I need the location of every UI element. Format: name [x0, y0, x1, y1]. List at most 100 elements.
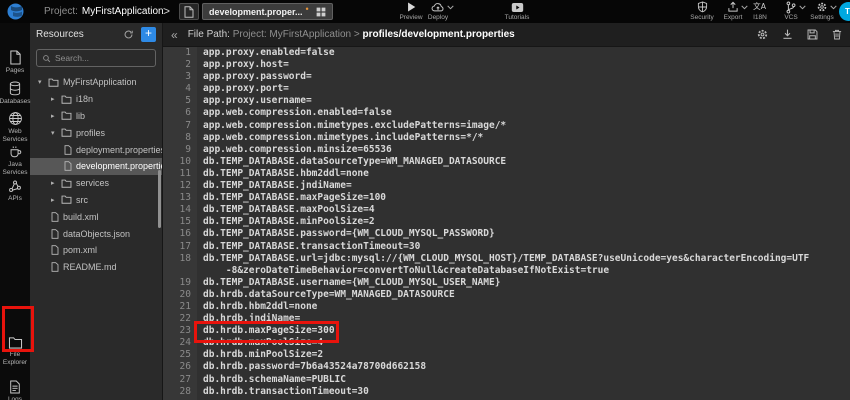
- file-path-project: Project: MyFirstApplication >: [233, 29, 363, 40]
- chevron-collapsed-icon[interactable]: ▸: [51, 179, 61, 187]
- code-line-14: 14db.TEMP_DATABASE.maxPoolSize=4: [163, 204, 850, 216]
- code-line-23: 23db.hrdb.maxPageSize=300: [163, 325, 850, 337]
- tree-item-development-properties[interactable]: development.properties: [30, 158, 162, 175]
- code-text: db.hrdb.password=7b6a43524a78700d662158: [197, 361, 426, 373]
- code-line-4: 4app.proxy.port=: [163, 83, 850, 95]
- line-number: 8: [163, 132, 197, 144]
- line-number: 18: [163, 253, 197, 265]
- sidebar-item-pages[interactable]: Pages: [0, 50, 30, 75]
- line-number: 5: [163, 95, 197, 107]
- save-icon[interactable]: [806, 28, 819, 41]
- grid-icon[interactable]: [316, 7, 326, 17]
- tree-file-icon: [51, 229, 59, 239]
- add-resource-button[interactable]: +: [141, 27, 156, 42]
- sidebar-item-databases[interactable]: Databases: [0, 81, 30, 106]
- chevron-expanded-icon[interactable]: ▾: [38, 78, 48, 86]
- search-input[interactable]: [55, 53, 150, 63]
- tree-item-src[interactable]: ▸src: [30, 192, 162, 209]
- tree-file-icon: [64, 161, 72, 171]
- chevron-down-icon[interactable]: [447, 5, 454, 10]
- tree-folder-icon: [61, 179, 72, 188]
- topbar-action-settings[interactable]: Settings: [800, 1, 844, 21]
- chevron-right-icon: >: [163, 3, 170, 20]
- code-line-15: 15db.TEMP_DATABASE.minPoolSize=2: [163, 216, 850, 228]
- tree-folder-icon: [48, 78, 59, 87]
- tree-item-myfirstapplication[interactable]: ▾MyFirstApplication: [30, 74, 162, 91]
- tree-item-label: development.properties: [76, 161, 162, 171]
- chevron-collapsed-icon[interactable]: ▸: [51, 112, 61, 120]
- scrollbar-thumb[interactable]: [158, 170, 161, 228]
- code-text: app.proxy.username=: [197, 95, 312, 107]
- sidebar-item-logs[interactable]: Logs: [0, 380, 30, 400]
- line-number: 4: [163, 83, 197, 95]
- line-number: 2: [163, 59, 197, 71]
- settings-gear-icon[interactable]: [756, 28, 769, 41]
- line-number: 7: [163, 120, 197, 132]
- line-number: 24: [163, 337, 197, 349]
- topbar-action-tutorials[interactable]: Tutorials: [495, 1, 539, 21]
- database-icon: [8, 81, 22, 96]
- topbar-action-deploy[interactable]: Deploy: [416, 1, 460, 21]
- tab-development-properties[interactable]: development.proper... •: [202, 3, 333, 20]
- code-line-27: 27db.hrdb.schemaName=PUBLIC: [163, 374, 850, 386]
- delete-trash-icon[interactable]: [831, 28, 843, 41]
- modified-indicator: •: [306, 6, 309, 12]
- tree-item-i18n[interactable]: ▸i18n: [30, 91, 162, 108]
- tree-item-build-xml[interactable]: build.xml: [30, 208, 162, 225]
- chevron-collapsed-icon[interactable]: ▸: [51, 95, 61, 103]
- chevron-collapsed-icon[interactable]: ▸: [51, 196, 61, 204]
- chevron-expanded-icon[interactable]: ▾: [51, 129, 61, 137]
- sidebar-item-java-services[interactable]: Java Services: [0, 144, 30, 176]
- chevron-down-icon[interactable]: [830, 5, 837, 10]
- tree-item-services[interactable]: ▸ services: [30, 175, 162, 192]
- editor-header: « File Path: Project: MyFirstApplication…: [163, 23, 850, 47]
- tree-item-profiles[interactable]: ▾profiles: [30, 124, 162, 141]
- line-number: 27: [163, 374, 197, 386]
- tree-item-readme-md[interactable]: README.md: [30, 259, 162, 276]
- play-icon: [406, 1, 417, 13]
- tree-item-label: lib: [76, 111, 85, 121]
- sidebar-item-label: Web Services: [0, 128, 30, 143]
- resources-header: Resources +: [30, 23, 162, 46]
- shield-icon: [697, 1, 708, 13]
- tree-item-lib[interactable]: ▸ lib: [30, 108, 162, 125]
- code-text: db.hrdb.jndiName=: [197, 313, 300, 325]
- file-path-file: profiles/development.properties: [362, 29, 514, 40]
- code-text: db.hrdb.maxPoolSize=4: [197, 337, 323, 349]
- file-path-breadcrumb: File Path: Project: MyFirstApplication >…: [188, 29, 515, 40]
- document-icon: [184, 6, 194, 18]
- tree-item-label: deployment.properties: [76, 145, 162, 155]
- code-text: app.proxy.enabled=false: [197, 47, 335, 59]
- code-text: app.proxy.password=: [197, 71, 312, 83]
- sidebar-item-apis[interactable]: APIs: [0, 179, 30, 203]
- resources-panel: Resources + ▾MyFirstApplication▸i18n▸lib…: [30, 23, 163, 400]
- line-number: 12: [163, 180, 197, 192]
- tree-item-label: services: [76, 178, 109, 188]
- refresh-icon[interactable]: [123, 29, 134, 40]
- code-line-7: 7app.web.compression.mimetypes.excludePa…: [163, 120, 850, 132]
- tree-item-dataobjects-json[interactable]: dataObjects.json: [30, 225, 162, 242]
- file-type-button[interactable]: [179, 3, 199, 20]
- code-text: db.hrdb.schemaName=PUBLIC: [197, 374, 346, 386]
- sidebar-item-web-services[interactable]: Web Services: [0, 111, 30, 143]
- code-text: db.hrdb.maxPageSize=300: [197, 325, 335, 337]
- code-text: db.TEMP_DATABASE.minPoolSize=2: [197, 216, 375, 228]
- collapse-panel-icon[interactable]: «: [171, 28, 178, 42]
- editor-area: « File Path: Project: MyFirstApplication…: [163, 23, 850, 400]
- sidebar-item-file-explorer[interactable]: File Explorer: [0, 336, 30, 366]
- tree-folder-icon: [61, 111, 72, 120]
- tree-item-pom-xml[interactable]: pom.xml: [30, 242, 162, 259]
- code-line-9: 9app.web.compression.minsize=65536: [163, 144, 850, 156]
- tree-item-deployment-properties[interactable]: deployment.properties: [30, 141, 162, 158]
- editor-toolbar: [756, 28, 844, 41]
- sidebar-item-label: Pages: [6, 67, 24, 75]
- topbar-action-label: Deploy: [428, 14, 448, 21]
- code-text: db.TEMP_DATABASE.maxPageSize=100: [197, 192, 386, 204]
- sidebar-item-label: Logs: [8, 396, 22, 400]
- search-box[interactable]: [36, 49, 156, 67]
- code-line-28: 28db.hrdb.transactionTimeout=30: [163, 386, 850, 398]
- topbar-action-label: Tutorials: [505, 14, 530, 21]
- download-icon[interactable]: [781, 28, 794, 41]
- code-line-1: 1app.proxy.enabled=false: [163, 47, 850, 59]
- code-viewport[interactable]: 1app.proxy.enabled=false2app.proxy.host=…: [163, 47, 850, 400]
